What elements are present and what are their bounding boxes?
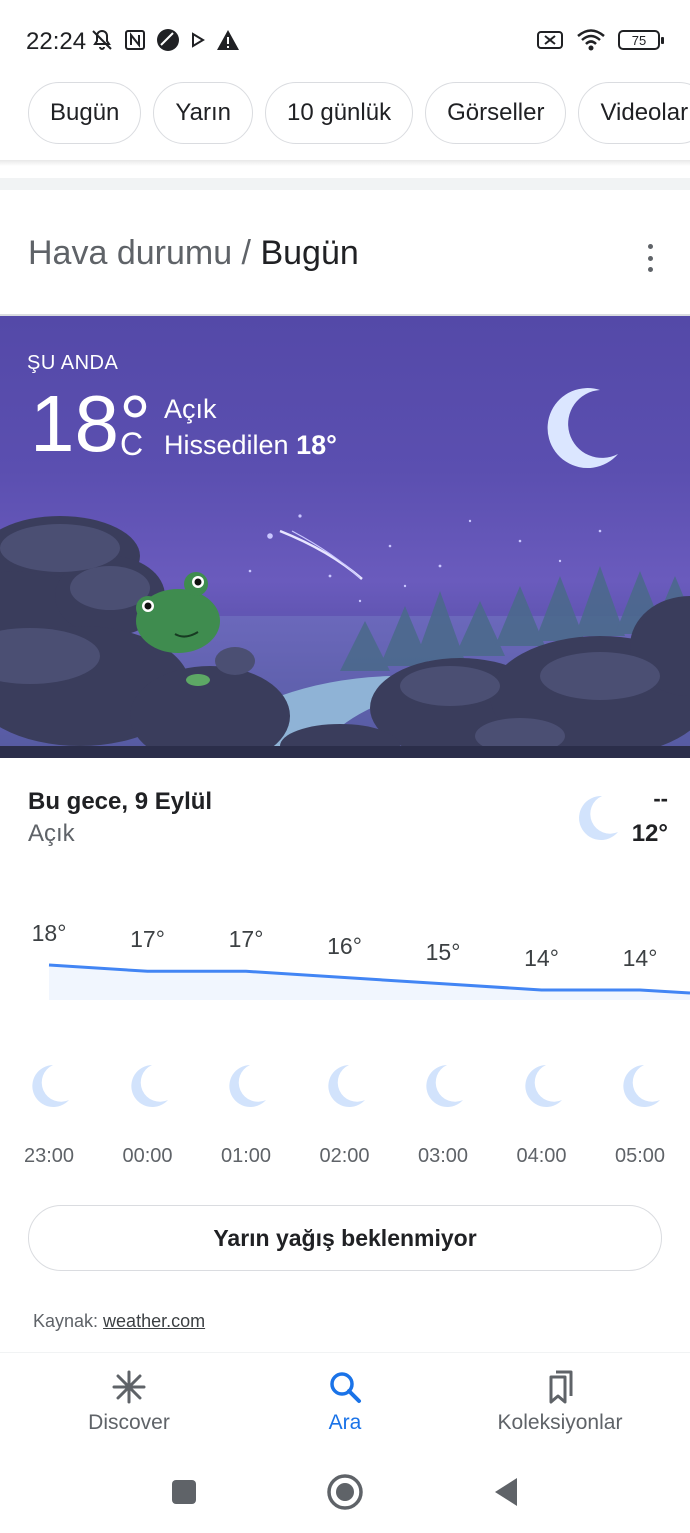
- source-prefix: Kaynak:: [33, 1311, 104, 1331]
- precipitation-button[interactable]: Yarın yağış beklenmiyor: [28, 1205, 662, 1271]
- bookmarks-icon: [549, 1370, 573, 1404]
- chip-10-day[interactable]: 10 günlük: [265, 82, 414, 144]
- app-icon: [157, 29, 179, 51]
- filter-chips: Bugün Yarın 10 günlük Görseller Videolar: [0, 82, 690, 148]
- hour-temperature: 14°: [524, 945, 559, 971]
- chip-videos[interactable]: Videolar: [578, 82, 690, 144]
- more-options-icon[interactable]: [640, 244, 660, 272]
- nav-search[interactable]: Ara: [245, 1369, 445, 1435]
- source-attribution: Kaynak: weather.com: [33, 1311, 205, 1332]
- nav-collections-label: Koleksiyonlar: [497, 1411, 623, 1434]
- nav-collections[interactable]: Koleksiyonlar: [460, 1369, 660, 1435]
- moon-icon: [579, 795, 618, 840]
- weather-title: Hava durumu / Bugün: [28, 234, 359, 273]
- hourly-forecast: 18° 23:00 17° 00:00 17° 01:00 16° 02:00 15° 03:00…: [0, 900, 690, 1190]
- hour-temperature: 15°: [425, 938, 461, 965]
- temperature-line-chart: [48, 963, 690, 1000]
- nav-search-label: Ara: [328, 1411, 362, 1434]
- tonight-title: Bu gece, 9 Eylül: [28, 788, 213, 815]
- hour-temperature: 18°: [31, 920, 67, 946]
- status-bar: 22:24 75: [0, 0, 690, 80]
- search-icon: [330, 1372, 361, 1403]
- moon-icon: [327, 1065, 365, 1107]
- hour-time: 04:00: [516, 1145, 567, 1167]
- source-link[interactable]: weather.com: [103, 1311, 205, 1331]
- recents-button[interactable]: [171, 1479, 197, 1505]
- tonight-low: 12°: [631, 820, 668, 847]
- hour-time: 03:00: [417, 1145, 469, 1167]
- temperature-unit[interactable]: C: [120, 426, 143, 463]
- home-button[interactable]: [326, 1473, 364, 1511]
- moon-icon: [547, 388, 618, 469]
- play-icon: [192, 32, 205, 48]
- hour-time: 23:00: [23, 1145, 75, 1167]
- chip-today[interactable]: Bugün: [28, 82, 142, 144]
- tonight-condition: Açık: [28, 820, 75, 847]
- nav-discover[interactable]: Discover: [29, 1369, 229, 1435]
- chips-shadow: [0, 160, 690, 166]
- weather-title-strong: Bugün: [260, 234, 359, 272]
- hour-time: 00:00: [122, 1145, 173, 1167]
- nfc-icon: [125, 30, 145, 50]
- hour-time: 01:00: [220, 1145, 272, 1167]
- moon-icon: [130, 1065, 168, 1107]
- hour-temperature: 17°: [130, 926, 165, 953]
- section-separator: [0, 178, 690, 190]
- mute-icon: [92, 29, 112, 50]
- asterisk-icon: [112, 1370, 146, 1404]
- system-navigation: [0, 1452, 690, 1533]
- current-condition: Açık: [164, 394, 217, 424]
- battery-level: 75: [631, 32, 647, 48]
- status-time: 22:24: [26, 28, 87, 55]
- sim-off-icon: [537, 31, 563, 49]
- now-label: ŞU ANDA: [27, 352, 119, 374]
- hour-temperature: 17°: [228, 926, 264, 953]
- chip-tomorrow[interactable]: Yarın: [153, 82, 253, 144]
- moon-icon: [229, 1065, 266, 1107]
- hour-time: 05:00: [614, 1145, 666, 1167]
- chip-images[interactable]: Görseller: [425, 82, 567, 144]
- feels-like: Hissedilen 18°: [164, 430, 337, 461]
- moon-icon: [623, 1065, 660, 1107]
- hour-temperature: 14°: [622, 945, 658, 971]
- weather-title-prefix: Hava durumu /: [28, 234, 261, 272]
- back-button[interactable]: [492, 1476, 520, 1508]
- hour-time: 02:00: [319, 1145, 370, 1167]
- moon-icon: [426, 1065, 463, 1107]
- feels-like-value: 18°: [296, 430, 337, 460]
- bottom-navigation: Discover Ara Koleksiyonlar: [0, 1352, 690, 1452]
- hour-temperature: 16°: [327, 932, 362, 959]
- weather-hero: ŞU ANDA 18° C Açık Hissedilen 18°: [0, 316, 690, 758]
- alert-icon: [217, 30, 239, 50]
- battery-icon: 75: [618, 30, 664, 50]
- moon-icon: [524, 1065, 562, 1107]
- tonight-high: --: [653, 786, 668, 811]
- nav-discover-label: Discover: [88, 1411, 170, 1434]
- moon-icon: [32, 1065, 69, 1107]
- feels-like-prefix: Hissedilen: [164, 430, 297, 460]
- wifi-icon: [577, 29, 605, 51]
